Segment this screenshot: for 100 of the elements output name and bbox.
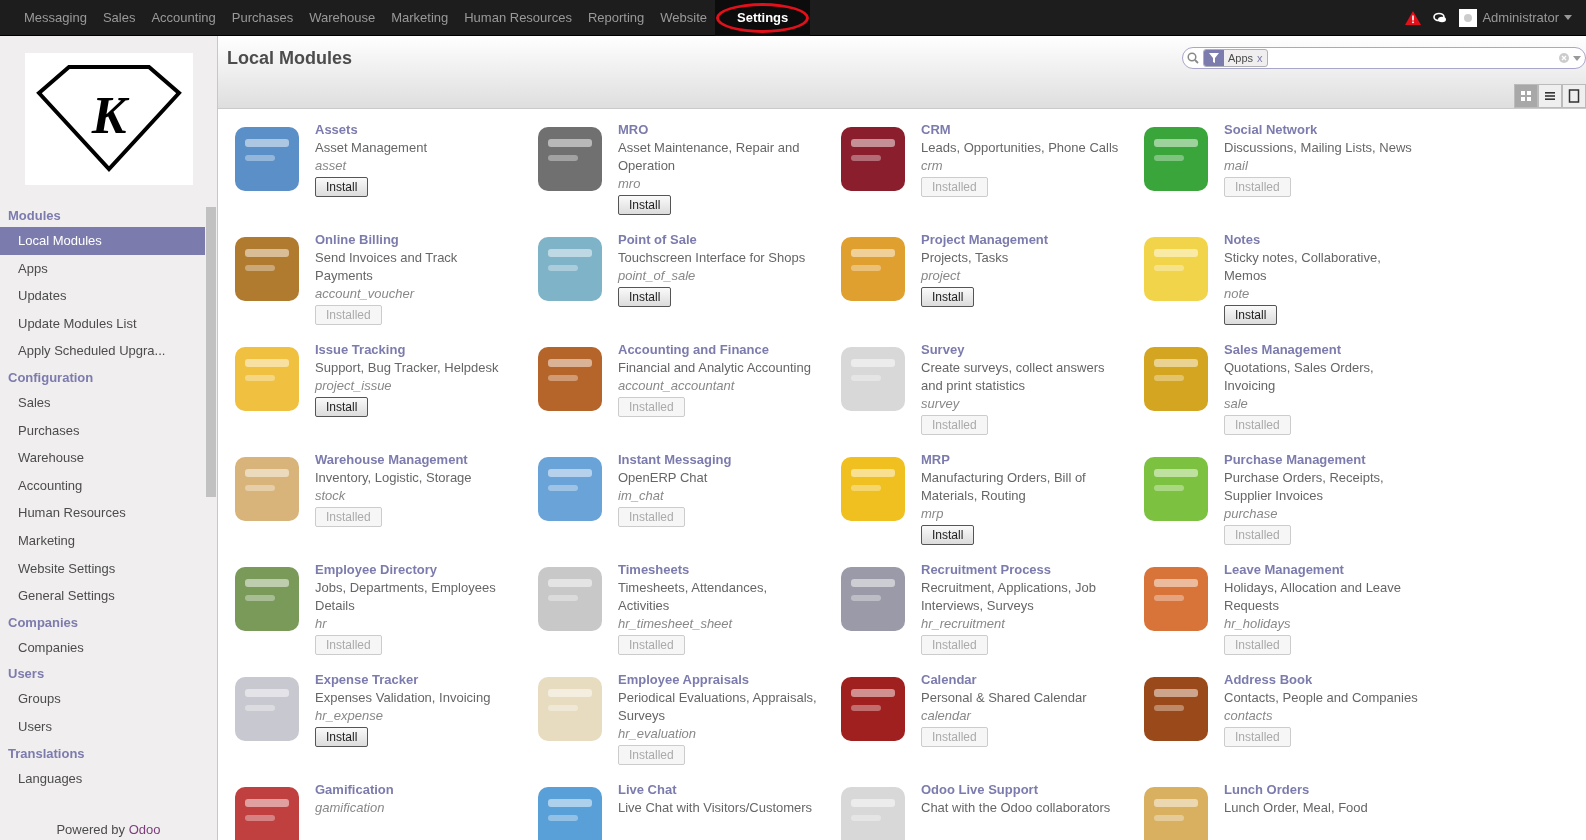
module-technical-name: stock [315,487,346,505]
install-button[interactable]: Install [921,525,975,545]
sidebar-item[interactable]: Human Resources [0,499,205,527]
module-name[interactable]: Calendar [921,671,977,689]
module-name[interactable]: Lunch Orders [1224,781,1310,799]
module-technical-name: account_voucher [315,285,414,303]
sidebar-item[interactable]: Update Modules List [0,309,205,338]
module-summary: OpenERP Chat [618,469,708,487]
sidebar-item[interactable]: Apply Scheduled Upgra... [0,337,205,365]
menu-item[interactable]: Purchases [223,0,302,36]
module-name[interactable]: CRM [921,121,951,139]
warning-icon[interactable] [1405,10,1422,25]
sidebar-item[interactable]: Purchases [0,416,205,445]
module-technical-name: point_of_sale [618,267,696,285]
install-button[interactable]: Install [921,287,975,307]
page-title: Local Modules [227,47,352,69]
menu-item[interactable]: Website [652,0,715,36]
sidebar-item[interactable]: Groups [0,685,205,713]
module-name[interactable]: Odoo Live Support [921,781,1038,799]
menu-item[interactable]: Reporting [579,0,653,36]
module-name[interactable]: Sales Management [1224,341,1342,359]
sidebar-item[interactable]: Languages [0,764,205,793]
sidebar-item[interactable]: Warehouse [0,444,205,472]
module-technical-name: hr_holidays [1224,615,1291,633]
module-summary: Jobs, Departments, Employees Details [315,579,497,615]
sidebar-item[interactable]: Marketing [0,526,205,555]
module-name[interactable]: Address Book [1224,671,1313,689]
module-summary: Sticky notes, Collaborative, Memos [1224,249,1382,285]
module-summary: Leads, Opportunities, Phone Calls [921,139,1119,157]
module-technical-name: gamification [315,799,385,817]
facet-remove[interactable]: x [1257,52,1267,64]
install-button[interactable]: Install [315,397,369,417]
module-name[interactable]: Warehouse Management [315,451,468,469]
module-technical-name: hr_evaluation [618,725,697,743]
module-name[interactable]: Notes [1224,231,1261,249]
filter-icon [1209,53,1219,63]
module-name[interactable]: Employee Appraisals [618,671,749,689]
sidebar-item[interactable]: Local Modules [0,227,205,255]
module-name[interactable]: Survey [921,341,965,359]
module-name[interactable]: Accounting and Finance [618,341,769,359]
menu-item[interactable]: Human Resources [456,0,580,36]
chat-icon[interactable] [1433,11,1448,24]
module-name[interactable]: Leave Management [1224,561,1344,579]
sidebar-item[interactable]: Sales [0,388,205,417]
module-summary: Touchscreen Interface for Shops [618,249,806,267]
module-technical-name: hr_expense [315,707,383,725]
module-name[interactable]: Project Management [921,231,1049,249]
module-summary: Expenses Validation, Invoicing [315,689,491,707]
module-name[interactable]: Social Network [1224,121,1318,139]
install-button[interactable]: Install [1224,305,1278,325]
caret-icon[interactable] [1573,55,1581,61]
module-technical-name: note [1224,285,1250,303]
module-name[interactable]: Gamification [315,781,394,799]
odoo-link[interactable]: Odoo [128,822,161,837]
module-summary: Discussions, Mailing Lists, News [1224,139,1412,157]
sidebar-item[interactable]: General Settings [0,582,205,610]
user-name[interactable]: Administrator [1482,10,1559,25]
install-button[interactable]: Install [618,287,672,307]
module-name[interactable]: Timesheets [618,561,690,579]
module-name[interactable]: Issue Tracking [315,341,406,359]
module-name[interactable]: Assets [315,121,358,139]
module-name[interactable]: Purchase Management [1224,451,1366,469]
search-icon [1187,52,1199,64]
module-name[interactable]: Online Billing [315,231,399,249]
menu-item[interactable]: Marketing [383,0,457,36]
menu-item[interactable]: Sales [94,0,144,36]
view-button[interactable] [1538,84,1562,108]
search-field[interactable]: Apps x [1182,47,1586,69]
install-button[interactable]: Install [315,727,369,747]
menu-item[interactable]: Messaging [16,0,95,36]
install-button[interactable]: Install [315,177,369,197]
module-technical-name: mro [618,175,641,193]
sidebar-item[interactable]: Website Settings [0,554,205,583]
sidebar-section-title: Companies [7,613,80,632]
module-name[interactable]: Employee Directory [315,561,438,579]
sidebar-item[interactable]: Users [0,712,205,741]
sidebar-section-title: Users [7,665,46,684]
module-technical-name: crm [921,157,943,175]
module-summary: Purchase Orders, Receipts, Supplier Invoices [1224,469,1385,505]
module-technical-name: survey [921,395,960,413]
menu-item[interactable]: Settings [715,0,811,36]
module-name[interactable]: Recruitment Process [921,561,1052,579]
caret-icon[interactable] [1564,15,1572,20]
module-name[interactable]: Live Chat [618,781,677,799]
sidebar-item[interactable]: Apps [0,254,205,283]
grid-icon [1520,90,1532,102]
module-name[interactable]: MRO [618,121,649,139]
module-technical-name: sale [1224,395,1248,413]
sidebar-item[interactable]: Updates [0,282,205,310]
module-summary: Asset Management [315,139,427,157]
module-name[interactable]: Point of Sale [618,231,697,249]
module-name[interactable]: Instant Messaging [618,451,732,469]
view-button[interactable] [1562,84,1586,108]
module-name[interactable]: Expense Tracker [315,671,419,689]
menu-item[interactable]: Warehouse [301,0,384,36]
module-name[interactable]: MRP [921,451,950,469]
install-button[interactable]: Install [618,195,672,215]
sidebar-item[interactable]: Accounting [0,471,205,500]
sidebar-item[interactable]: Companies [0,633,205,662]
menu-item[interactable]: Accounting [143,0,224,36]
